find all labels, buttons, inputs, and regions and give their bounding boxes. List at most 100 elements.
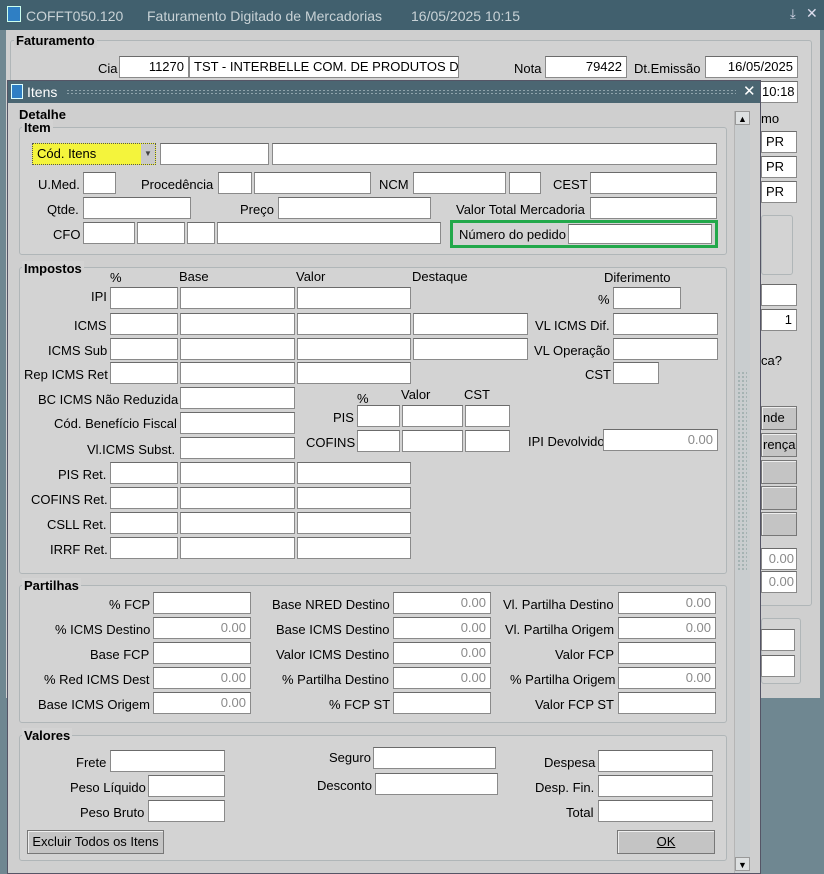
nota-field[interactable]: 79422	[545, 56, 627, 78]
bg-zero-field-1[interactable]: 0.00	[761, 548, 797, 570]
csll-ret-valor-field[interactable]	[297, 512, 411, 534]
procedencia-code-field[interactable]	[218, 172, 252, 194]
icms-destaque-field[interactable]	[413, 313, 528, 335]
cofins-ret-valor-field[interactable]	[297, 487, 411, 509]
dialog-scrollbar[interactable]: ▲ ▼	[734, 111, 750, 873]
uf-field-2[interactable]: PR	[761, 156, 797, 178]
bg-one-field[interactable]: 1	[761, 309, 797, 331]
icms-sub-destaque-field[interactable]	[413, 338, 528, 360]
bg-button-4[interactable]	[761, 486, 797, 510]
valor-fcp-st-field[interactable]	[618, 692, 716, 714]
ok-button[interactable]: OK	[617, 830, 715, 854]
cofins-pct-field[interactable]	[357, 430, 400, 452]
close-icon[interactable]: ✕	[806, 5, 818, 22]
pis-ret-base-field[interactable]	[180, 462, 295, 484]
bc-icms-nao-reduzida-field[interactable]	[180, 387, 295, 409]
pct-fcp-field[interactable]	[153, 592, 251, 614]
cfo-field-1[interactable]	[83, 222, 135, 244]
preco-field[interactable]	[278, 197, 431, 219]
dt-emissao-field[interactable]: 16/05/2025	[705, 56, 798, 78]
ipi-pct-field[interactable]	[110, 287, 178, 309]
time-field[interactable]: 10:18	[759, 81, 798, 103]
irrf-ret-valor-field[interactable]	[297, 537, 411, 559]
vl-icms-subst-field[interactable]	[180, 437, 295, 459]
bg-renca-button[interactable]: rença	[761, 433, 797, 457]
ncm-ext-field[interactable]	[509, 172, 541, 194]
vl-partilha-destino-field[interactable]: 0.00	[618, 592, 716, 614]
bg-nde-button[interactable]: nde	[761, 406, 797, 430]
ncm-field[interactable]	[413, 172, 506, 194]
cfo-desc-field[interactable]	[217, 222, 441, 244]
cfo-field-3[interactable]	[187, 222, 215, 244]
csll-ret-pct-field[interactable]	[110, 512, 178, 534]
bg-bottom-field-1[interactable]	[761, 629, 795, 651]
icms-sub-base-field[interactable]	[180, 338, 295, 360]
uf-field-1[interactable]: PR	[761, 131, 797, 153]
pct-red-icms-dest-field[interactable]: 0.00	[153, 667, 251, 689]
desconto-field[interactable]	[375, 773, 498, 795]
pis-ret-pct-field[interactable]	[110, 462, 178, 484]
total-field[interactable]	[598, 800, 713, 822]
icms-sub-valor-field[interactable]	[297, 338, 411, 360]
pis-valor-field[interactable]	[402, 405, 463, 427]
ipi-base-field[interactable]	[180, 287, 295, 309]
scroll-down-icon[interactable]: ▼	[735, 857, 750, 871]
frete-field[interactable]	[110, 750, 225, 772]
bg-bottom-field-2[interactable]	[761, 655, 795, 677]
icms-base-field[interactable]	[180, 313, 295, 335]
cod-itens-desc-field[interactable]	[272, 143, 717, 165]
cod-beneficio-field[interactable]	[180, 412, 295, 434]
numero-pedido-field[interactable]	[568, 224, 712, 244]
cofins-ret-pct-field[interactable]	[110, 487, 178, 509]
icms-sub-pct-field[interactable]	[110, 338, 178, 360]
peso-liquido-field[interactable]	[148, 775, 225, 797]
pis-pct-field[interactable]	[357, 405, 400, 427]
pct-icms-destino-field[interactable]: 0.00	[153, 617, 251, 639]
base-fcp-field[interactable]	[153, 642, 251, 664]
chevron-down-icon[interactable]: ▼	[141, 144, 155, 164]
cofins-ret-base-field[interactable]	[180, 487, 295, 509]
cod-itens-select[interactable]: Cód. Itens ▼	[32, 143, 156, 165]
cfo-field-2[interactable]	[137, 222, 185, 244]
base-icms-origem-field[interactable]: 0.00	[153, 692, 251, 714]
despesa-field[interactable]	[598, 750, 713, 772]
valor-fcp-field[interactable]	[618, 642, 716, 664]
icms-pct-field[interactable]	[110, 313, 178, 335]
vl-icms-dif-field[interactable]	[613, 313, 718, 335]
cofins-valor-field[interactable]	[402, 430, 463, 452]
base-nred-destino-field[interactable]: 0.00	[393, 592, 491, 614]
base-icms-destino-field[interactable]: 0.00	[393, 617, 491, 639]
rep-icms-ret-valor-field[interactable]	[297, 362, 411, 384]
desp-fin-field[interactable]	[598, 775, 713, 797]
excluir-todos-itens-button[interactable]: Excluir Todos os Itens	[27, 830, 164, 854]
uf-field-3[interactable]: PR	[761, 181, 797, 203]
rep-icms-ret-pct-field[interactable]	[110, 362, 178, 384]
valor-total-field[interactable]	[590, 197, 717, 219]
vl-operacao-field[interactable]	[613, 338, 718, 360]
seguro-field[interactable]	[373, 747, 496, 769]
ipi-valor-field[interactable]	[297, 287, 411, 309]
valor-icms-destino-field[interactable]: 0.00	[393, 642, 491, 664]
dialog-title-bar[interactable]: Itens ✕	[8, 81, 760, 103]
pis-ret-valor-field[interactable]	[297, 462, 411, 484]
qtde-field[interactable]	[83, 197, 191, 219]
icms-valor-field[interactable]	[297, 313, 411, 335]
dialog-close-icon[interactable]: ✕	[743, 82, 756, 100]
rep-icms-ret-base-field[interactable]	[180, 362, 295, 384]
scroll-up-icon[interactable]: ▲	[735, 111, 750, 125]
scroll-thumb[interactable]	[737, 371, 747, 571]
csll-ret-base-field[interactable]	[180, 512, 295, 534]
cia-name-field[interactable]: TST - INTERBELLE COM. DE PRODUTOS DE	[189, 56, 459, 78]
pct-partilha-destino-field[interactable]: 0.00	[393, 667, 491, 689]
diferimento-pct-field[interactable]	[613, 287, 681, 309]
bg-zero-field-2[interactable]: 0.00	[761, 571, 797, 593]
bg-field-a[interactable]	[761, 284, 797, 306]
bg-button-3[interactable]	[761, 460, 797, 484]
irrf-ret-pct-field[interactable]	[110, 537, 178, 559]
irrf-ret-base-field[interactable]	[180, 537, 295, 559]
bg-button-5[interactable]	[761, 512, 797, 536]
cst-field[interactable]	[613, 362, 659, 384]
pis-cst-field[interactable]	[465, 405, 510, 427]
procedencia-desc-field[interactable]	[254, 172, 371, 194]
minimize-icon[interactable]: ⤓	[790, 6, 796, 22]
